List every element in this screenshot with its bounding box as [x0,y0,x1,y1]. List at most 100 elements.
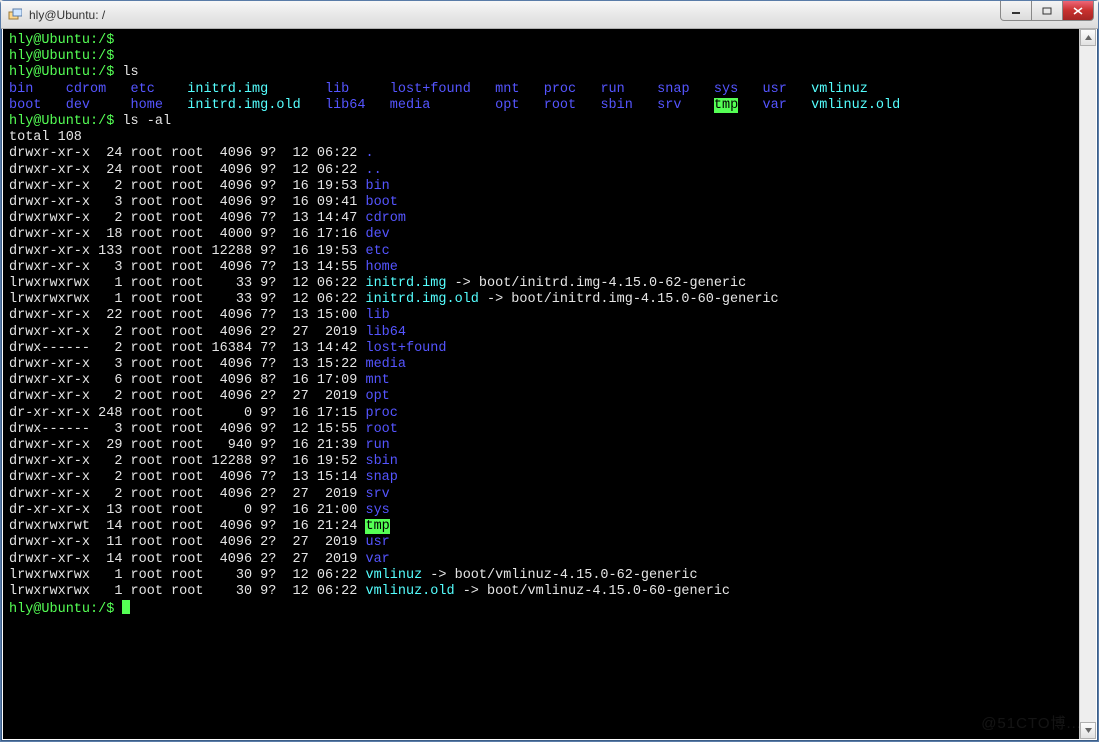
ls-detail-row: drwx------ 2 root root 16384 7? 13 14:42… [9,341,1090,357]
window-controls [1001,1,1094,21]
titlebar[interactable]: hly@Ubuntu: / [1,1,1098,29]
ls-detail-row: drwxr-xr-x 6 root root 4096 8? 16 17:09 … [9,373,1090,389]
file-name: bin [365,179,389,194]
ls-detail-row: lrwxrwxrwx 1 root root 30 9? 12 06:22 vm… [9,584,1090,600]
ls-item: srv [657,98,698,113]
file-name: media [365,357,406,372]
window-title: hly@Ubuntu: / [29,8,105,22]
file-name: etc [365,244,389,259]
ls-item: etc [131,82,172,97]
file-name: vmlinuz.old [365,584,454,599]
ls-detail-row: drwxr-xr-x 2 root root 4096 2? 27 2019 s… [9,487,1090,503]
file-name: sbin [365,454,397,469]
ls-item: initrd.img.old [187,98,309,113]
ls-item: home [131,98,172,113]
ls-detail-row: drwxr-xr-x 24 root root 4096 9? 12 06:22… [9,163,1090,179]
ls-item: lib [325,82,374,97]
ls-detail-row: drwxr-xr-x 29 root root 940 9? 16 21:39 … [9,438,1090,454]
ls-detail-row: drwxr-xr-x 2 root root 4096 9? 16 19:53 … [9,179,1090,195]
ls-detail-row: drwxr-xr-x 133 root root 12288 9? 16 19:… [9,244,1090,260]
file-name: run [365,438,389,453]
prompt: hly@Ubuntu:/$ [9,33,114,48]
ls-detail-row: drwx------ 3 root root 4096 9? 12 15:55 … [9,422,1090,438]
ls-item: usr [763,82,795,97]
file-name: home [365,260,397,275]
scroll-track[interactable] [1080,46,1096,722]
total-line: total 108 [9,130,82,145]
file-name: snap [365,470,397,485]
maximize-button[interactable] [1031,1,1063,21]
ls-item: media [390,98,479,113]
prompt: hly@Ubuntu:/$ [9,602,114,617]
file-name: lost+found [365,341,446,356]
file-name: tmp [365,519,389,534]
ls-item: snap [657,82,698,97]
ls-item: boot [9,98,50,113]
file-name: usr [365,535,389,550]
close-button[interactable] [1062,1,1094,21]
command: ls -al [122,114,171,129]
file-name: cdrom [365,211,406,226]
ls-item: bin [9,82,50,97]
ls-detail-row: lrwxrwxrwx 1 root root 33 9? 12 06:22 in… [9,292,1090,308]
ls-detail-row: lrwxrwxrwx 1 root root 33 9? 12 06:22 in… [9,276,1090,292]
vertical-scrollbar[interactable] [1079,29,1096,739]
ls-item: cdrom [66,82,115,97]
file-name: mnt [365,373,389,388]
ls-detail-row: drwxr-xr-x 2 root root 12288 9? 16 19:52… [9,454,1090,470]
ls-detail-row: drwxr-xr-x 24 root root 4096 9? 12 06:22… [9,146,1090,162]
symlink-arrow: -> boot/initrd.img-4.15.0-62-generic [446,276,746,291]
prompt: hly@Ubuntu:/$ [9,49,114,64]
file-name: srv [365,487,389,502]
symlink-arrow: -> boot/vmlinuz-4.15.0-60-generic [455,584,730,599]
file-name: var [365,552,389,567]
ls-item: tmp [714,98,738,113]
cursor [122,600,130,614]
ls-detail-row: drwxr-xr-x 3 root root 4096 7? 13 15:22 … [9,357,1090,373]
command: ls [122,65,138,80]
ls-detail-row: dr-xr-xr-x 13 root root 0 9? 16 21:00 sy… [9,503,1090,519]
ls-detail-row: drwxr-xr-x 3 root root 4096 7? 13 14:55 … [9,260,1090,276]
putty-icon [7,7,23,23]
file-name: root [365,422,397,437]
file-name: dev [365,227,389,242]
prompt: hly@Ubuntu:/$ [9,65,114,80]
ls-item: opt [495,98,527,113]
ls-item: dev [66,98,115,113]
ls-item: lost+found [390,82,479,97]
terminal-window: hly@Ubuntu: / hly@Ubuntu:/$ hly@Ubuntu:/… [0,0,1099,742]
ls-detail-row: drwxrwxr-x 2 root root 4096 7? 13 14:47 … [9,211,1090,227]
file-name: vmlinuz [365,568,422,583]
ls-item: vmlinuz.old [811,98,900,113]
file-name: opt [365,389,389,404]
ls-item: var [763,98,795,113]
ls-detail-row: lrwxrwxrwx 1 root root 30 9? 12 06:22 vm… [9,568,1090,584]
file-name: sys [365,503,389,518]
ls-item: run [600,82,641,97]
ls-detail-row: drwxr-xr-x 11 root root 4096 2? 27 2019 … [9,535,1090,551]
ls-item: mnt [495,82,527,97]
terminal-output[interactable]: hly@Ubuntu:/$ hly@Ubuntu:/$ hly@Ubuntu:/… [3,29,1096,739]
ls-item: lib64 [325,98,374,113]
ls-detail-row: drwxr-xr-x 18 root root 4000 9? 16 17:16… [9,227,1090,243]
ls-detail-row: drwxr-xr-x 2 root root 4096 7? 13 15:14 … [9,470,1090,486]
ls-item: root [544,98,585,113]
ls-item: sys [714,82,746,97]
symlink-arrow: -> boot/vmlinuz-4.15.0-62-generic [422,568,697,583]
file-name: .. [365,163,381,178]
minimize-button[interactable] [1000,1,1032,21]
ls-item: sbin [600,98,641,113]
ls-detail-row: dr-xr-xr-x 248 root root 0 9? 16 17:15 p… [9,406,1090,422]
file-name: lib [365,308,389,323]
ls-detail-row: drwxrwxrwt 14 root root 4096 9? 16 21:24… [9,519,1090,535]
file-name: lib64 [365,325,406,340]
ls-item: proc [544,82,585,97]
file-name: initrd.img [365,276,446,291]
ls-detail-row: drwxr-xr-x 14 root root 4096 2? 27 2019 … [9,552,1090,568]
ls-detail-row: drwxr-xr-x 2 root root 4096 2? 27 2019 o… [9,389,1090,405]
ls-detail-row: drwxr-xr-x 2 root root 4096 2? 27 2019 l… [9,325,1090,341]
symlink-arrow: -> boot/initrd.img-4.15.0-60-generic [479,292,779,307]
scroll-down-button[interactable] [1080,722,1096,739]
file-name: initrd.img.old [365,292,478,307]
scroll-up-button[interactable] [1080,29,1096,46]
